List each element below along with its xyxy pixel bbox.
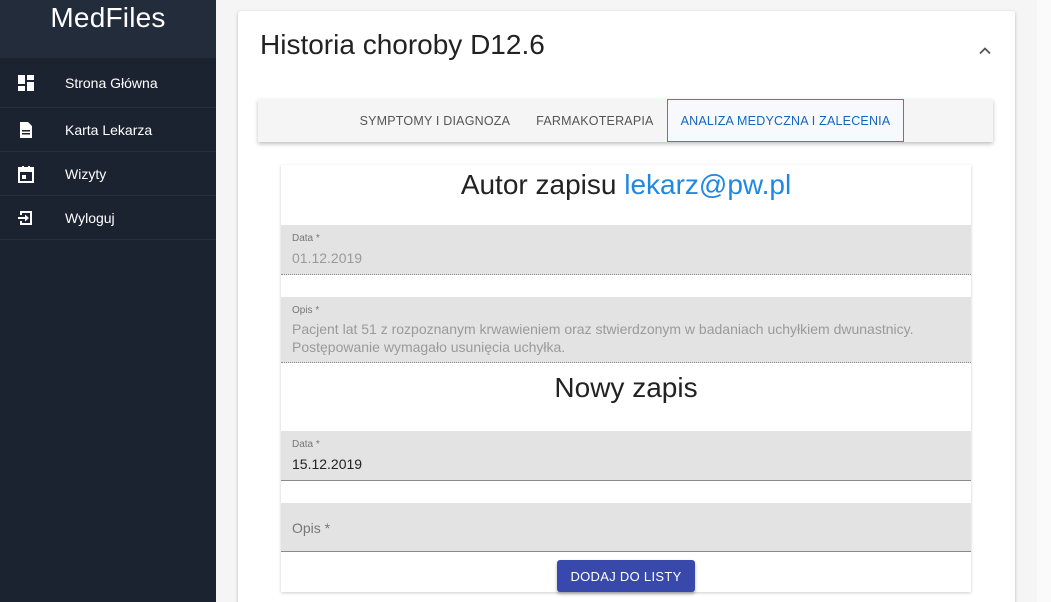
chevron-up-icon[interactable]: [977, 43, 993, 59]
sidebar-item-doctor-card[interactable]: Karta Lekarza: [0, 108, 216, 152]
sidebar-item-label: Karta Lekarza: [65, 121, 153, 138]
sidebar-item-label: Wizyty: [65, 165, 107, 182]
logout-icon: [17, 209, 35, 227]
existing-description-label: Opis *: [292, 305, 320, 316]
existing-description-field: Opis * Pacjent lat 51 z rozpoznanym krwa…: [281, 297, 971, 363]
author-heading: Autor zapisu lekarz@pw.pl: [281, 169, 971, 201]
new-description-field[interactable]: Opis *: [281, 503, 971, 552]
tab-symptoms-diagnosis[interactable]: SYMPTOMY I DIAGNOZA: [347, 99, 524, 142]
tab-pharmacotherapy[interactable]: FARMAKOTERAPIA: [523, 99, 666, 142]
sidebar-item-logout[interactable]: Wyloguj: [0, 196, 216, 240]
new-description-input[interactable]: Opis *: [292, 520, 330, 536]
new-date-input[interactable]: 15.12.2019: [292, 456, 362, 472]
page-title: Historia choroby D12.6: [260, 29, 545, 60]
sidebar-item-visits[interactable]: Wizyty: [0, 152, 216, 196]
new-entry-title: Nowy zapis: [554, 372, 698, 403]
document-icon: [17, 121, 35, 139]
scrollbar[interactable]: [1037, 0, 1051, 602]
sidebar-item-label: Strona Główna: [65, 74, 158, 91]
dashboard-icon: [17, 74, 35, 92]
tab-bar: SYMPTOMY I DIAGNOZA FARMAKOTERAPIA ANALI…: [258, 99, 993, 142]
existing-date-field: Data * 01.12.2019: [281, 225, 971, 275]
existing-description-line-2: Postępowanie wymagało usunięcia uchyłka.: [292, 339, 566, 355]
sidebar-item-label: Wyloguj: [65, 209, 115, 226]
new-date-label: Data *: [292, 439, 320, 450]
sidebar-item-home[interactable]: Strona Główna: [0, 58, 216, 108]
author-prefix: Autor zapisu: [460, 169, 617, 200]
sidebar: MedFiles Strona Główna Karta Lekarza Wiz…: [0, 0, 216, 602]
existing-date-label: Data *: [292, 233, 320, 244]
new-date-field[interactable]: Data * 15.12.2019: [281, 431, 971, 481]
entries-panel: Autor zapisu lekarz@pw.pl Data * 01.12.2…: [281, 165, 971, 592]
calendar-icon: [17, 165, 35, 183]
author-email[interactable]: lekarz@pw.pl: [624, 169, 791, 200]
existing-date-value: 01.12.2019: [292, 250, 363, 266]
app-name: MedFiles: [50, 2, 166, 33]
add-to-list-button[interactable]: DODAJ DO LISTY: [557, 560, 695, 592]
existing-description-line-1: Pacjent lat 51 z rozpoznanym krwawieniem…: [292, 321, 914, 337]
tab-medical-analysis[interactable]: ANALIZA MEDYCZNA I ZALECENIA: [666, 99, 905, 142]
app-brand: MedFiles: [0, 0, 216, 58]
